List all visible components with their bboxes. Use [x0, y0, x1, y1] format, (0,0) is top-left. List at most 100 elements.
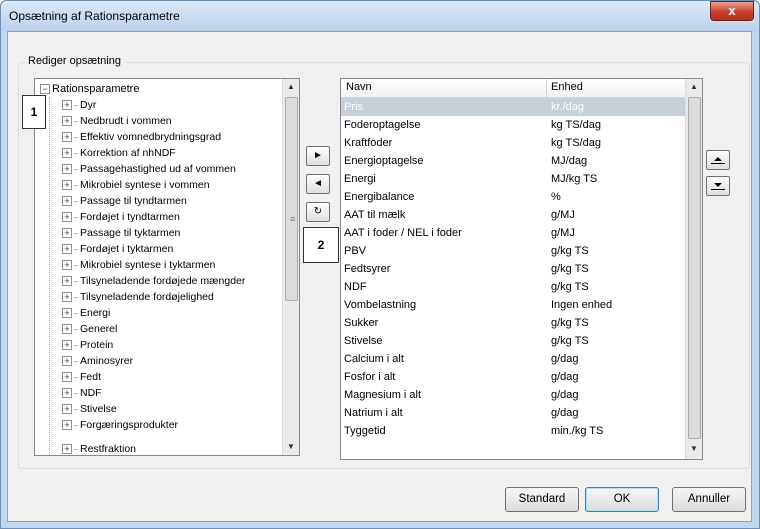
expand-icon[interactable]: + — [62, 404, 72, 415]
grid-scroll-thumb[interactable] — [688, 97, 701, 439]
arrow-up-icon — [714, 157, 722, 161]
expand-icon[interactable]: + — [62, 244, 72, 255]
title-bar[interactable]: Opsætning af Rationsparametre — [1, 1, 759, 31]
tree-root-label: Rationsparametre — [52, 83, 140, 95]
grid-row[interactable]: Energibalance% — [341, 188, 686, 206]
expand-icon[interactable]: + — [62, 228, 72, 239]
collapse-icon[interactable]: − — [40, 84, 50, 95]
selected-parameters-grid[interactable]: Navn Enhed Pris kr./dag Foderoptagelse kg … — [340, 78, 703, 460]
grip-icon: ≡ — [290, 214, 296, 224]
tree-item[interactable]: + Protein — [62, 337, 113, 353]
tree-item[interactable]: + Fordøjet i tyktarmen — [62, 241, 173, 257]
tree-item[interactable]: + Mikrobiel syntese i vommen — [62, 177, 210, 193]
grid-row[interactable]: NDF g/kg TS — [341, 278, 686, 296]
standard-button[interactable]: Standard — [505, 487, 579, 512]
expand-icon[interactable]: + — [62, 276, 72, 287]
tree-item[interactable]: + Tilsyneladende fordøjede mængder — [62, 273, 245, 289]
expand-icon[interactable]: + — [62, 196, 72, 207]
tree-item[interactable]: + Generel — [62, 321, 117, 337]
tree-item[interactable]: + Stivelse — [62, 401, 117, 417]
grid-row[interactable]: Fedtsyrer g/kg TS — [341, 260, 686, 278]
expand-icon[interactable]: + — [62, 100, 72, 111]
tree-item[interactable]: + Forgæringsprodukter — [62, 417, 178, 433]
tree-scroll-thumb[interactable]: ≡ — [285, 97, 298, 301]
grid-row[interactable]: Kraftfoder kg TS/dag — [341, 134, 686, 152]
move-up-button[interactable] — [706, 150, 730, 170]
grid-row[interactable]: Calcium i alt g/dag — [341, 350, 686, 368]
grid-scrollbar[interactable]: ▲ ▼ — [685, 79, 702, 459]
cancel-button[interactable]: Annuller — [672, 487, 746, 512]
scroll-up-arrow-icon[interactable]: ▲ — [283, 79, 299, 95]
expand-icon[interactable]: + — [62, 340, 72, 351]
tree-item[interactable]: + Passagehastighed ud af vommen — [62, 161, 236, 177]
arrow-right-icon: ► — [313, 150, 323, 161]
grid-row[interactable]: Magnesium i alt g/dag — [341, 386, 686, 404]
grid-row[interactable]: PBV g/kg TS — [341, 242, 686, 260]
tree-scrollbar[interactable]: ▲ ≡ ▼ — [282, 79, 299, 455]
window-title: Opsætning af Rationsparametre — [9, 9, 180, 23]
tree-item[interactable]: + NDF — [62, 385, 102, 401]
arrow-down-icon — [714, 183, 722, 187]
scroll-down-arrow-icon[interactable]: ▼ — [283, 439, 299, 455]
move-down-button[interactable] — [706, 176, 730, 196]
expand-icon[interactable]: + — [62, 260, 72, 271]
tree-item[interactable]: + Fedt — [62, 369, 101, 385]
tree-item[interactable]: + Effektiv vomnedbrydningsgrad — [62, 129, 221, 145]
expand-icon[interactable]: + — [62, 356, 72, 367]
grid-row[interactable]: AAT til mælk g/MJ — [341, 206, 686, 224]
expand-icon[interactable]: + — [62, 148, 72, 159]
parameter-tree[interactable]: − Rationsparametre + Dyr + Nedbrudt i vomme… — [34, 78, 300, 456]
tree-item[interactable]: + Fordøjet i tyndtarmen — [62, 209, 180, 225]
expand-icon[interactable]: + — [62, 132, 72, 143]
expand-icon[interactable]: + — [62, 212, 72, 223]
expand-icon[interactable]: + — [62, 420, 72, 431]
grid-row[interactable]: AAT i foder / NEL i foder g/MJ — [341, 224, 686, 242]
grid-row[interactable]: Tyggetid min./kg TS — [341, 422, 686, 440]
reset-button[interactable]: ↻ — [306, 202, 330, 222]
grid-row[interactable]: Energioptagelse MJ/dag — [341, 152, 686, 170]
tree-item[interactable]: + Tilsyneladende fordøjelighed — [62, 289, 214, 305]
expand-icon[interactable]: + — [62, 164, 72, 175]
expand-icon[interactable]: + — [62, 308, 72, 319]
callout-2: 2 — [303, 227, 339, 263]
grid-row[interactable]: Natrium i alt g/dag — [341, 404, 686, 422]
tree-item[interactable]: + Dyr — [62, 97, 96, 113]
grid-row[interactable]: Stivelse g/kg TS — [341, 332, 686, 350]
grid-row[interactable]: Energi MJ/kg TS — [341, 170, 686, 188]
expand-icon[interactable]: + — [62, 372, 72, 383]
tree-root[interactable]: − Rationsparametre — [40, 82, 139, 96]
arrow-left-icon: ◄ — [313, 178, 323, 189]
scroll-down-arrow-icon[interactable]: ▼ — [686, 441, 702, 457]
grid-header: Navn Enhed — [341, 79, 686, 98]
grid-row[interactable]: Fosfor i alt g/dag — [341, 368, 686, 386]
remove-parameter-button[interactable]: ◄ — [306, 174, 330, 194]
add-parameter-button[interactable]: ► — [306, 146, 330, 166]
tree-item[interactable]: + Nedbrudt i vommen — [62, 113, 172, 129]
grid-row-selected[interactable]: Pris kr./dag — [341, 98, 686, 116]
expand-icon[interactable]: + — [62, 388, 72, 399]
ok-button[interactable]: OK — [585, 487, 659, 512]
tree-item[interactable]: + Restfraktion — [62, 441, 136, 455]
expand-icon[interactable]: + — [62, 292, 72, 303]
scroll-up-arrow-icon[interactable]: ▲ — [686, 79, 702, 95]
tree-item[interactable]: + Aminosyrer — [62, 353, 133, 369]
column-header-name[interactable]: Navn — [346, 81, 372, 93]
grid-row[interactable]: Foderoptagelse kg TS/dag — [341, 116, 686, 134]
grid-row[interactable]: Sukker g/kg TS — [341, 314, 686, 332]
callout-1: 1 — [22, 95, 46, 129]
expand-icon[interactable]: + — [62, 180, 72, 191]
tree-item[interactable]: + Energi — [62, 305, 110, 321]
tree-item[interactable]: + Korrektion af nhNDF — [62, 145, 176, 161]
tree-item[interactable]: + Mikrobiel syntese i tyktarmen — [62, 257, 215, 273]
tree-connector-line — [49, 97, 50, 455]
column-header-unit[interactable]: Enhed — [551, 81, 583, 93]
close-button[interactable]: x — [710, 1, 754, 21]
expand-icon[interactable]: + — [62, 116, 72, 127]
grid-row[interactable]: Vombelastning Ingen enhed — [341, 296, 686, 314]
refresh-icon: ↻ — [313, 206, 323, 217]
tree-item[interactable]: + Passage til tyktarmen — [62, 225, 180, 241]
tree-item[interactable]: + Passage til tyndtarmen — [62, 193, 187, 209]
group-legend: Rediger opsætning — [25, 55, 124, 67]
expand-icon[interactable]: + — [62, 444, 72, 455]
expand-icon[interactable]: + — [62, 324, 72, 335]
